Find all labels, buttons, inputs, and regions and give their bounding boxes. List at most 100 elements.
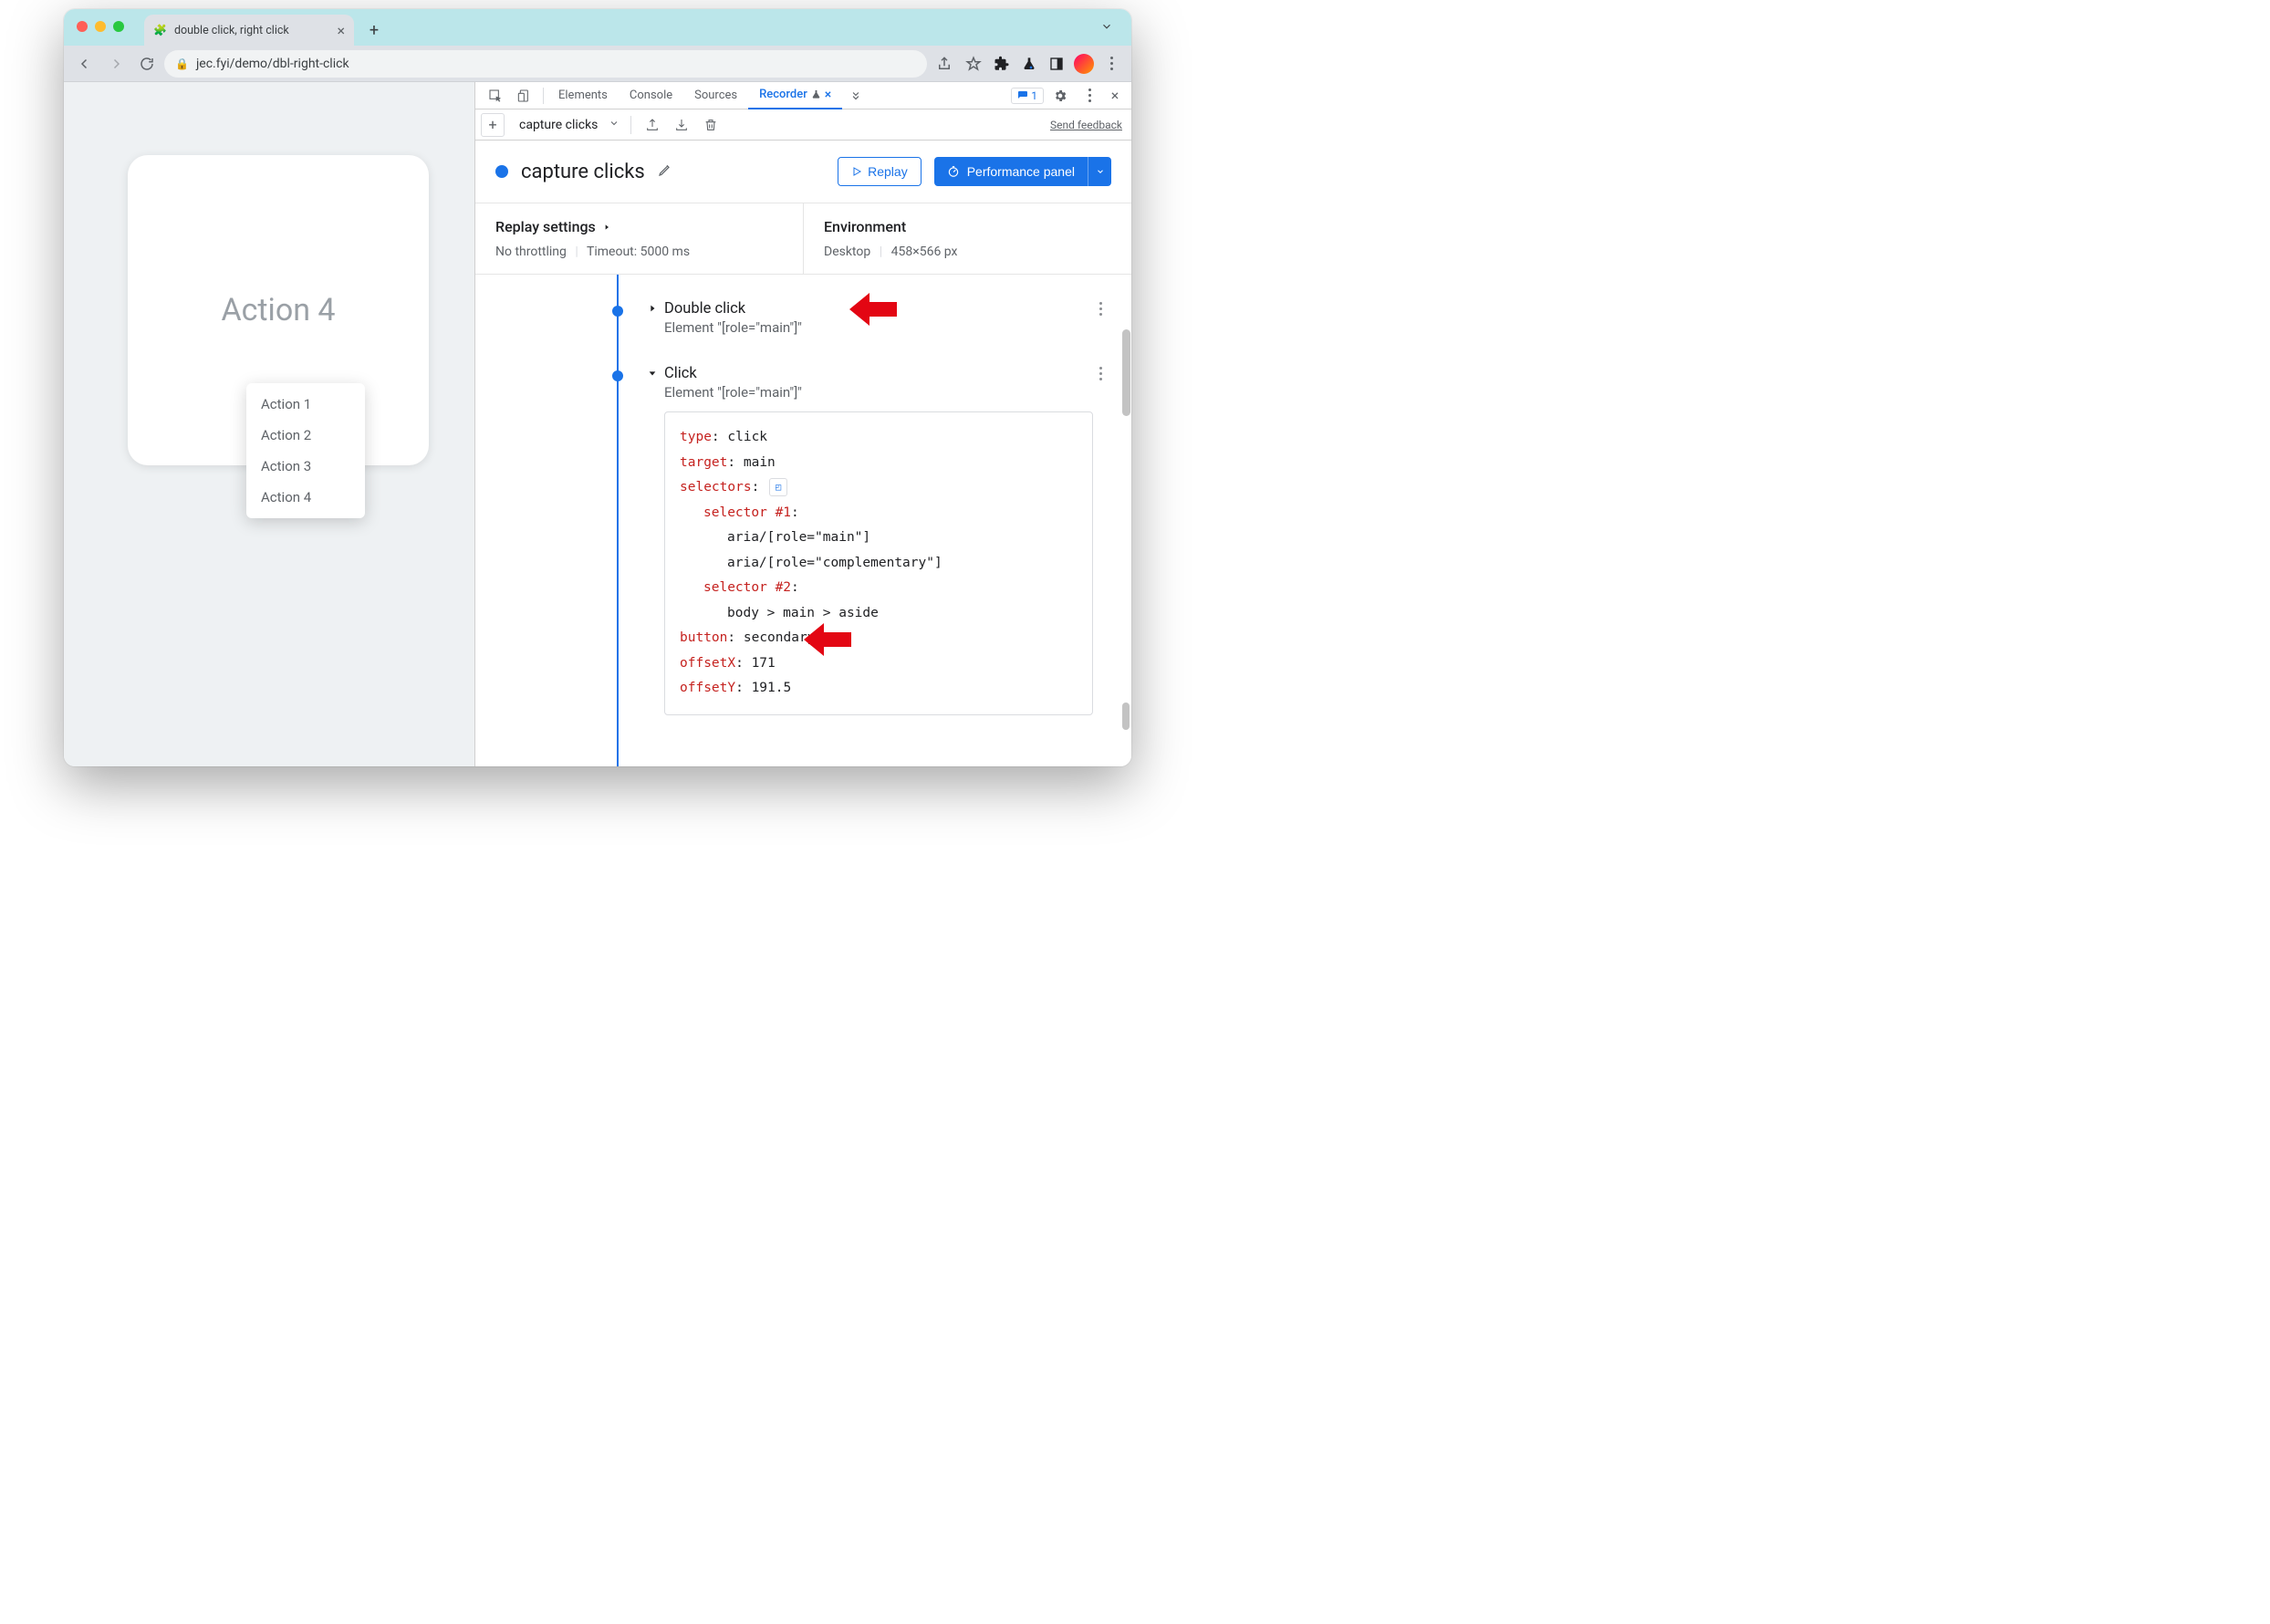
edit-title-icon[interactable] xyxy=(658,162,672,181)
step-title: Click xyxy=(664,365,697,382)
window-controls xyxy=(77,21,124,32)
replay-settings-section: Replay settings No throttling | Timeout:… xyxy=(475,203,804,274)
selector-picker-icon[interactable]: ◰ xyxy=(769,478,787,496)
detail-sel2a: body > main > aside xyxy=(680,601,1078,627)
tab-console[interactable]: Console xyxy=(619,82,683,109)
page-scrollbar[interactable] xyxy=(1122,703,1130,730)
detail-sel1-label: selector #1 xyxy=(703,505,791,520)
profile-avatar[interactable] xyxy=(1071,51,1097,77)
context-menu-item[interactable]: Action 3 xyxy=(246,451,365,482)
delete-icon[interactable] xyxy=(701,115,721,135)
detail-sel2-label: selector #2 xyxy=(703,580,791,595)
annotation-arrow-icon xyxy=(804,621,851,661)
forward-button[interactable] xyxy=(102,50,130,78)
environment-viewport: 458×566 px xyxy=(891,245,958,259)
step-dot-icon xyxy=(612,370,623,381)
environment-section: Environment Desktop | 458×566 px xyxy=(804,203,1131,274)
browser-window: 🧩 double click, right click × + 🔒 jec.fy… xyxy=(64,9,1131,766)
settings-row: Replay settings No throttling | Timeout:… xyxy=(475,203,1131,275)
close-devtools-button[interactable]: × xyxy=(1104,87,1126,104)
tab-sources[interactable]: Sources xyxy=(683,82,748,109)
context-menu-item[interactable]: Action 2 xyxy=(246,420,365,451)
export-icon[interactable] xyxy=(642,115,662,135)
replay-settings-title[interactable]: Replay settings xyxy=(495,218,783,235)
minimize-window-button[interactable] xyxy=(95,21,106,32)
devtools-panel-icon[interactable] xyxy=(1044,51,1069,77)
demo-card-title: Action 4 xyxy=(128,292,429,328)
tab-recorder-label: Recorder xyxy=(759,88,807,101)
devtools-settings-icon[interactable] xyxy=(1046,82,1075,109)
extensions-icon[interactable] xyxy=(989,51,1015,77)
environment-device: Desktop xyxy=(824,245,870,259)
send-feedback-link[interactable]: Send feedback xyxy=(1050,119,1122,131)
step-details: type: click target: main selectors: ◰ se… xyxy=(664,411,1093,715)
devtools-tabbar: Elements Console Sources Recorder × 1 xyxy=(475,82,1131,109)
performance-panel-label: Performance panel xyxy=(967,164,1075,179)
context-menu-item[interactable]: Action 4 xyxy=(246,482,365,513)
browser-tab[interactable]: 🧩 double click, right click × xyxy=(144,15,354,46)
throttling-value: No throttling xyxy=(495,245,567,259)
close-recorder-tab[interactable]: × xyxy=(825,88,831,102)
new-recording-button[interactable]: + xyxy=(481,113,505,137)
demo-page: Action 4 Action 1 Action 2 Action 3 Acti… xyxy=(64,82,474,766)
devtools-panel: Elements Console Sources Recorder × 1 xyxy=(474,82,1131,766)
browser-toolbar: 🔒 jec.fyi/demo/dbl-right-click xyxy=(64,46,1131,82)
chevron-down-icon[interactable] xyxy=(648,368,657,381)
url-text: jec.fyi/demo/dbl-right-click xyxy=(196,57,349,71)
chevron-right-icon xyxy=(603,223,610,232)
replay-button[interactable]: Replay xyxy=(838,157,922,186)
flask-icon xyxy=(811,89,821,99)
context-menu: Action 1 Action 2 Action 3 Action 4 xyxy=(246,383,365,518)
maximize-window-button[interactable] xyxy=(113,21,124,32)
detail-target: main xyxy=(744,455,776,470)
lock-icon: 🔒 xyxy=(175,57,189,70)
lab-flask-icon[interactable] xyxy=(1016,51,1042,77)
performance-panel-group: Performance panel xyxy=(934,157,1111,186)
performance-panel-button[interactable]: Performance panel xyxy=(934,157,1088,186)
close-tab-button[interactable]: × xyxy=(337,22,345,39)
bookmark-star-icon[interactable] xyxy=(960,50,987,78)
reload-button[interactable] xyxy=(133,50,161,78)
import-icon[interactable] xyxy=(672,115,692,135)
detail-selectors-label: selectors xyxy=(680,480,752,494)
tabs-chevron-icon[interactable] xyxy=(1100,19,1113,36)
devtools-scrollbar[interactable] xyxy=(1122,329,1130,416)
share-icon[interactable] xyxy=(931,50,958,78)
recording-selector-label: capture clicks xyxy=(519,118,598,132)
annotation-arrow-icon xyxy=(849,291,897,331)
detail-type: click xyxy=(727,430,767,444)
issues-chip[interactable]: 1 xyxy=(1011,88,1044,104)
tab-favicon-icon: 🧩 xyxy=(153,24,167,36)
inspect-element-icon[interactable] xyxy=(481,82,510,109)
issues-count: 1 xyxy=(1031,89,1037,102)
tab-title: double click, right click xyxy=(174,24,289,37)
back-button[interactable] xyxy=(71,50,99,78)
browser-menu-button[interactable] xyxy=(1099,57,1124,70)
recording-title: capture clicks xyxy=(521,161,645,183)
recording-status-dot-icon xyxy=(495,165,508,178)
tab-recorder[interactable]: Recorder × xyxy=(748,82,842,109)
performance-panel-dropdown[interactable] xyxy=(1088,157,1111,186)
address-bar[interactable]: 🔒 jec.fyi/demo/dbl-right-click xyxy=(164,50,927,78)
step-menu-button[interactable] xyxy=(1088,302,1113,316)
replay-settings-label: Replay settings xyxy=(495,218,596,235)
environment-title: Environment xyxy=(824,218,1111,235)
detail-offsety: 191.5 xyxy=(752,681,792,695)
recorder-timeline: Double click Element "[role="main"]" xyxy=(475,275,1131,766)
recorder-toolbar: + capture clicks Send feedback xyxy=(475,109,1131,141)
timeline-step[interactable]: Click Element "[role="main"]" type: clic… xyxy=(617,358,1131,728)
detail-sel1a: aria/[role="main"] xyxy=(680,526,1078,551)
tab-elements[interactable]: Elements xyxy=(547,82,619,109)
context-menu-item[interactable]: Action 1 xyxy=(246,389,365,420)
more-tabs-chevron-icon[interactable] xyxy=(842,82,869,109)
recording-selector-chevron-icon[interactable] xyxy=(609,118,620,132)
new-tab-button[interactable]: + xyxy=(361,17,387,43)
chevron-right-icon[interactable] xyxy=(648,303,657,317)
step-title: Double click xyxy=(664,300,745,318)
tab-strip: 🧩 double click, right click × + xyxy=(64,9,1131,46)
close-window-button[interactable] xyxy=(77,21,88,32)
step-menu-button[interactable] xyxy=(1088,367,1113,380)
replay-button-label: Replay xyxy=(868,164,908,179)
device-toggle-icon[interactable] xyxy=(510,82,539,109)
devtools-menu-button[interactable] xyxy=(1077,88,1102,102)
